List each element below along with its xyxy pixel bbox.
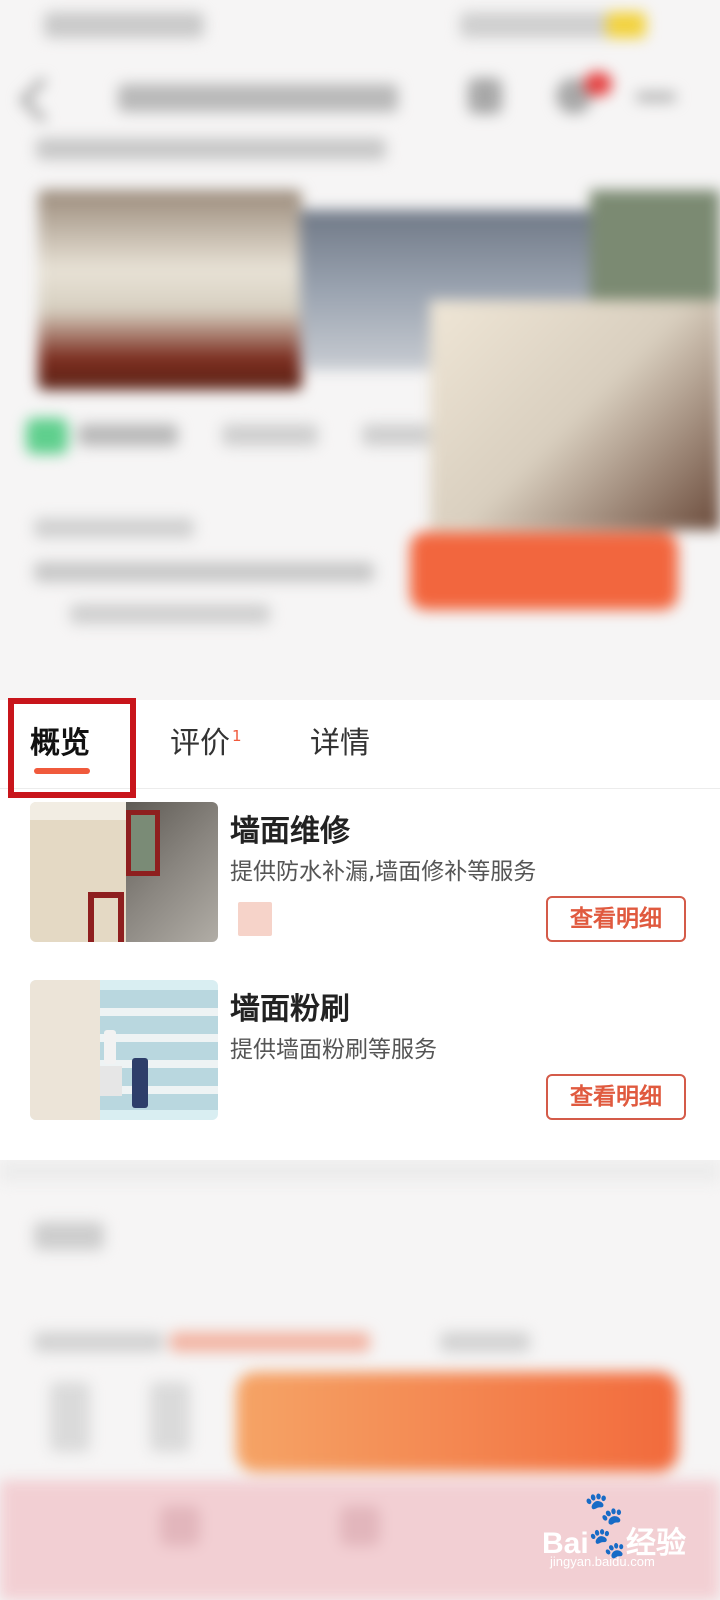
- wall-photo-part: [30, 802, 126, 820]
- bottom-nav-icon[interactable]: [150, 1382, 190, 1452]
- tab-reviews[interactable]: 评价 1: [170, 726, 242, 762]
- gallery-image[interactable]: [38, 190, 302, 390]
- share-icon[interactable]: [468, 78, 502, 114]
- tag-chip: [26, 418, 68, 454]
- service-description: 提供防水补漏,墙面修补等服务: [230, 859, 537, 885]
- service-title: 墙面维修: [230, 814, 350, 849]
- service-item[interactable]: 墙面粉刷 提供墙面粉刷等服务 查看明细: [0, 980, 720, 1140]
- blurred-content: [0, 0, 720, 700]
- bottom-bar-icon[interactable]: [340, 1506, 380, 1546]
- building-photo-part: [30, 980, 100, 1120]
- status-bar-left: [44, 12, 204, 38]
- highlight-annotation-box: [8, 698, 136, 798]
- wall-painting-photo[interactable]: [30, 980, 218, 1120]
- service-title: 墙面粉刷: [230, 992, 350, 1027]
- tag-chip: [222, 424, 318, 446]
- view-details-button[interactable]: 查看明细: [546, 896, 686, 942]
- service-item[interactable]: 墙面维修 提供防水补漏,墙面修补等服务 查看明细: [0, 802, 720, 962]
- baidu-jingyan-watermark: 🐾 Bai🐾经验 jingyan.baidu.com: [542, 1492, 712, 1569]
- notification-dot: [584, 72, 612, 96]
- text-placeholder: [34, 562, 374, 582]
- text-placeholder: [34, 1332, 164, 1352]
- building-photo-part: [104, 1030, 116, 1064]
- status-bar-right: [460, 12, 630, 38]
- bottom-nav-icon[interactable]: [50, 1382, 90, 1452]
- tab-reviews-label: 评价: [170, 726, 230, 761]
- primary-action-button[interactable]: [410, 532, 678, 610]
- text-placeholder: [170, 1332, 370, 1352]
- tag-chip: [78, 424, 178, 446]
- wall-repair-photo[interactable]: [30, 802, 218, 942]
- price-tag-placeholder: [238, 902, 272, 936]
- section-divider: [0, 1160, 720, 1182]
- header-title-placeholder: [118, 84, 398, 112]
- wall-photo-part: [126, 810, 160, 876]
- bottom-bar-icon[interactable]: [160, 1506, 200, 1546]
- text-placeholder: [70, 604, 270, 624]
- book-now-button[interactable]: [236, 1372, 678, 1472]
- view-details-button[interactable]: 查看明细: [546, 1074, 686, 1120]
- text-placeholder: [34, 518, 194, 538]
- text-placeholder: [440, 1332, 530, 1352]
- battery-icon: [606, 12, 646, 38]
- building-photo-part: [100, 1066, 122, 1096]
- section-heading-placeholder: [34, 1222, 104, 1250]
- popup-image: [430, 300, 720, 530]
- subtitle-placeholder: [36, 138, 386, 160]
- back-arrow-icon[interactable]: [19, 77, 65, 123]
- tab-details-label: 详情: [310, 726, 370, 761]
- blurred-header-area: [0, 0, 720, 700]
- review-count-badge: 1: [232, 727, 242, 745]
- more-icon[interactable]: [636, 92, 676, 102]
- wall-photo-part: [88, 892, 124, 942]
- tag-chip: [362, 424, 432, 446]
- tab-details[interactable]: 详情: [310, 726, 370, 762]
- building-photo-part: [132, 1058, 148, 1108]
- watermark-site: jingyan.baidu.com: [550, 1554, 655, 1569]
- service-description: 提供墙面粉刷等服务: [230, 1037, 437, 1063]
